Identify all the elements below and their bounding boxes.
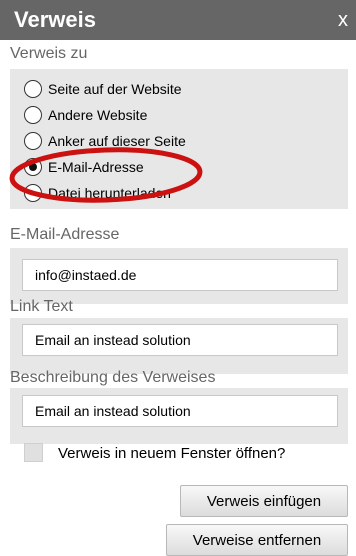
radio-button[interactable]: [24, 80, 42, 98]
description-label: Beschreibung des Verweises: [10, 369, 216, 386]
radio-label: Anker auf dieser Seite: [48, 133, 186, 149]
close-icon[interactable]: x: [338, 10, 348, 30]
radio-option-external[interactable]: Andere Website: [24, 104, 147, 126]
link-text-input[interactable]: [22, 324, 338, 356]
radio-button-selected[interactable]: [24, 158, 42, 176]
radio-option-download[interactable]: Datei herunterladen: [24, 182, 171, 204]
radio-option-page[interactable]: Seite auf der Website: [24, 78, 182, 100]
radio-label: Datei herunterladen: [48, 185, 171, 201]
radio-label: E-Mail-Adresse: [48, 159, 144, 175]
radio-label: Andere Website: [48, 107, 148, 123]
insert-link-button[interactable]: Verweis einfügen: [180, 485, 348, 517]
link-text-label: Link Text: [10, 298, 73, 315]
new-window-checkbox[interactable]: [24, 443, 43, 462]
remove-link-button[interactable]: Verweise entfernen: [166, 524, 348, 556]
new-window-label: Verweis in neuem Fenster öffnen?: [58, 445, 286, 462]
radio-option-email[interactable]: E-Mail-Adresse: [24, 156, 144, 178]
email-input[interactable]: [22, 259, 338, 291]
dialog-titlebar: Verweis x: [0, 0, 356, 40]
email-label: E-Mail-Adresse: [10, 226, 120, 243]
description-input[interactable]: [22, 395, 338, 427]
link-to-label: Verweis zu: [10, 45, 88, 62]
dialog-title: Verweis: [14, 7, 96, 32]
radio-button[interactable]: [24, 106, 42, 124]
radio-button[interactable]: [24, 184, 42, 202]
radio-label: Seite auf der Website: [48, 81, 182, 97]
radio-option-anchor[interactable]: Anker auf dieser Seite: [24, 130, 186, 152]
radio-button[interactable]: [24, 132, 42, 150]
